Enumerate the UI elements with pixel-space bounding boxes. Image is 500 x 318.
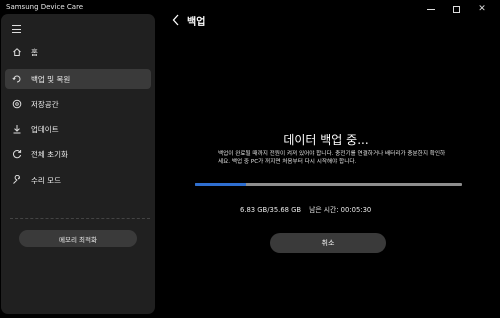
remaining-time-text: 남은 시간: 00:05:30 (309, 206, 372, 214)
sidebar-item-backup-restore[interactable]: 백업 및 복원 (5, 69, 151, 89)
home-icon (12, 47, 22, 57)
app-title: Samsung Device Care (6, 3, 84, 11)
sidebar-item-repair-mode[interactable]: 수리 모드 (5, 170, 151, 190)
memory-optimize-button[interactable]: 메모리 최적화 (19, 230, 137, 247)
sidebar-item-label: 전체 초기화 (31, 149, 68, 159)
backup-progress-fill (195, 183, 246, 186)
back-button[interactable] (170, 13, 182, 27)
sidebar: 홈 백업 및 복원 저장공간 업데이트 전체 초기화 수리 모드 메모리 최적화 (1, 14, 155, 314)
maximize-button[interactable] (444, 0, 468, 18)
sidebar-item-factory-reset[interactable]: 전체 초기화 (5, 144, 151, 164)
backup-description: 백업이 완료될 때까지 전원이 켜져 있어야 합니다. 충전기를 연결하거나 배… (218, 151, 446, 165)
menu-icon[interactable] (12, 25, 21, 36)
sidebar-item-label: 홈 (31, 47, 38, 57)
sidebar-item-storage[interactable]: 저장공간 (5, 94, 151, 114)
close-icon: ✕ (478, 4, 486, 14)
page-title: 백업 (187, 17, 206, 28)
download-icon (12, 124, 22, 134)
sidebar-item-label: 저장공간 (31, 99, 59, 109)
chevron-left-icon (172, 14, 179, 26)
minimize-button[interactable] (419, 0, 443, 18)
reset-icon (12, 149, 22, 159)
storage-icon (12, 99, 22, 109)
minimize-icon (427, 8, 435, 10)
maximize-icon (452, 5, 460, 13)
sidebar-divider (10, 218, 150, 219)
close-button[interactable]: ✕ (470, 0, 494, 18)
backup-progress-info: 6.83 GB/35.68 GB 남은 시간: 00:05:30 (240, 204, 371, 214)
backup-restore-icon (12, 74, 22, 84)
sidebar-item-label: 업데이트 (31, 124, 59, 134)
wrench-icon (12, 175, 22, 185)
cancel-button[interactable]: 취소 (270, 233, 386, 253)
sidebar-item-label: 백업 및 복원 (31, 74, 71, 84)
sidebar-item-update[interactable]: 업데이트 (5, 119, 151, 139)
progress-size-text: 6.83 GB/35.68 GB (240, 206, 302, 214)
backup-status-title: 데이터 백업 중... (283, 133, 369, 147)
sidebar-item-home[interactable]: 홈 (5, 42, 151, 62)
sidebar-item-label: 수리 모드 (31, 175, 61, 185)
backup-progress-bar (195, 183, 462, 186)
